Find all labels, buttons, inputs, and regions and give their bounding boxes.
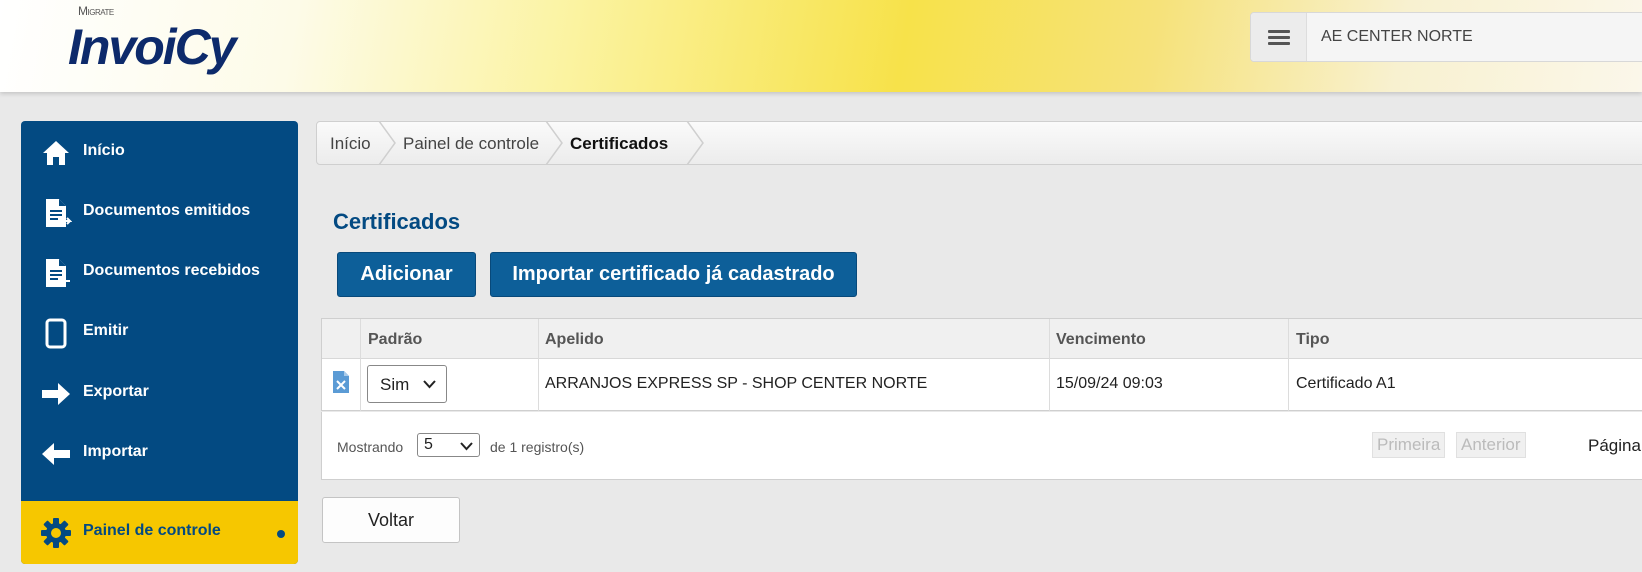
column-header-padrao[interactable]: Padrão xyxy=(368,331,422,349)
sidebar-item-label: Importar xyxy=(83,443,148,460)
cell-tipo: Certificado A1 xyxy=(1296,375,1396,392)
sidebar-item-emitir[interactable]: Emitir xyxy=(21,301,298,364)
column-header-tipo[interactable]: Tipo xyxy=(1296,331,1329,349)
breadcrumb-painel-de-controle[interactable]: Painel de controle xyxy=(403,134,539,154)
home-icon xyxy=(43,141,69,165)
sidebar-item-label: Documentos emitidos xyxy=(83,202,251,219)
breadcrumb-inicio[interactable]: Início xyxy=(330,134,371,154)
pagination: Mostrando 5 de 1 registro(s) Primeira An… xyxy=(321,412,1642,480)
logo-brand-small: Migrate xyxy=(78,4,114,18)
arrow-left-icon xyxy=(42,443,70,465)
sidebar-item-documentos-recebidos[interactable]: Documentos recebidos xyxy=(21,241,298,304)
back-button[interactable]: Voltar xyxy=(322,497,460,543)
padrao-select[interactable]: Sim xyxy=(367,365,447,403)
sidebar-item-importar[interactable]: Importar xyxy=(21,422,298,485)
table-header: Padrão Apelido Vencimento Tipo xyxy=(322,319,1642,359)
import-certificate-button[interactable]: Importar certificado já cadastrado xyxy=(490,252,857,297)
company-selector[interactable]: AE CENTER NORTE xyxy=(1250,12,1642,62)
add-button[interactable]: Adicionar xyxy=(337,252,476,297)
breadcrumb-separator-icon xyxy=(378,121,396,165)
sidebar-item-label: Emitir xyxy=(83,322,129,339)
padrao-select-value: Sim xyxy=(380,375,410,394)
header: Migrate InvoiCy AE CENTER NORTE xyxy=(0,0,1642,92)
sidebar-item-label: Exportar xyxy=(83,383,149,400)
page-title: Certificados xyxy=(333,209,461,234)
tablet-icon xyxy=(45,318,67,349)
record-count: de 1 registro(s) xyxy=(490,439,585,455)
sidebar-item-painel-de-controle[interactable]: Painel de controle xyxy=(21,501,298,564)
cell-apelido: ARRANJOS EXPRESS SP - SHOP CENTER NORTE xyxy=(545,375,928,392)
gear-icon xyxy=(41,518,71,548)
sidebar-item-label: Documentos recebidos xyxy=(83,262,260,279)
page-size-value: 5 xyxy=(424,436,433,453)
chevron-down-icon xyxy=(423,380,436,389)
previous-page-button[interactable]: Anterior xyxy=(1456,432,1526,458)
sidebar-item-inicio[interactable]: Início xyxy=(21,121,298,184)
sidebar: Início Documentos emitidos Documentos re… xyxy=(21,121,298,564)
delete-certificate-icon[interactable] xyxy=(332,370,350,394)
sidebar-item-documentos-emitidos[interactable]: Documentos emitidos xyxy=(21,181,298,244)
active-indicator-dot xyxy=(277,530,285,538)
column-header-apelido[interactable]: Apelido xyxy=(545,331,604,349)
breadcrumb-separator-icon xyxy=(545,121,563,165)
chevron-down-icon xyxy=(460,442,473,451)
arrow-right-icon xyxy=(42,383,70,405)
company-name: AE CENTER NORTE xyxy=(1321,28,1473,45)
first-page-button[interactable]: Primeira xyxy=(1372,432,1446,458)
page-label: Página xyxy=(1588,436,1641,455)
breadcrumb-certificados: Certificados xyxy=(570,134,669,153)
breadcrumb: Início Painel de controle Certificados xyxy=(316,121,1642,165)
logo[interactable]: InvoiCy xyxy=(68,18,237,76)
breadcrumb-separator-icon xyxy=(686,121,704,165)
page-size-select[interactable]: 5 xyxy=(417,433,480,457)
certificates-table: Padrão Apelido Vencimento Tipo Sim ARRAN… xyxy=(321,318,1642,411)
sidebar-item-label: Início xyxy=(83,142,125,159)
showing-label: Mostrando xyxy=(337,439,404,455)
hamburger-menu-icon[interactable] xyxy=(1251,13,1307,61)
document-in-icon xyxy=(46,259,70,287)
sidebar-item-exportar[interactable]: Exportar xyxy=(21,362,298,425)
document-out-icon xyxy=(46,199,72,227)
cell-vencimento: 15/09/24 09:03 xyxy=(1056,375,1163,392)
column-header-vencimento[interactable]: Vencimento xyxy=(1056,331,1146,349)
sidebar-item-label: Painel de controle xyxy=(83,522,221,539)
